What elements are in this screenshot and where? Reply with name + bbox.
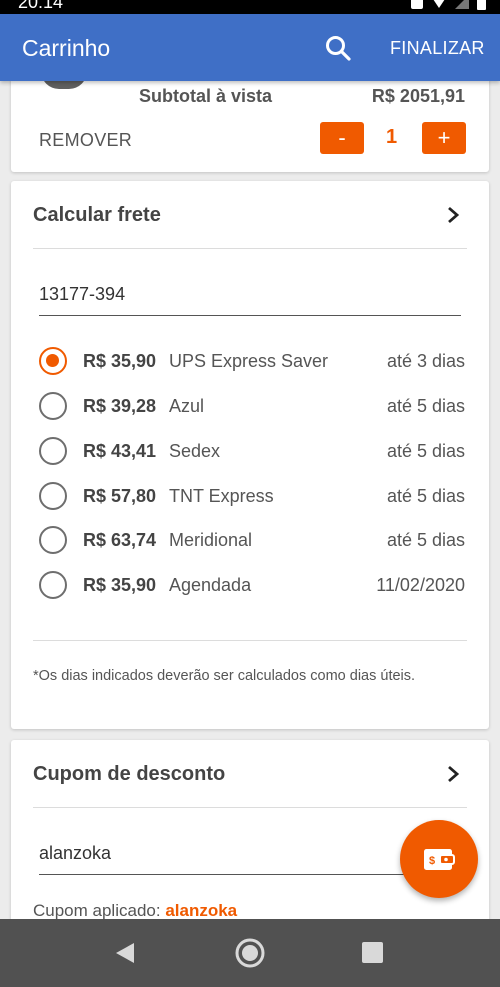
wifi-icon [431,0,447,8]
shipping-card: Calcular frete R$ 35,90 UPS Express Save… [11,181,489,729]
shipping-option[interactable]: R$ 57,80 TNT Express até 5 dias [39,481,465,511]
shipping-option-eta: 11/02/2020 [376,575,465,595]
shipping-option[interactable]: R$ 35,90 Agendada 11/02/2020 [39,570,465,600]
shipping-option-price: R$ 39,28 [83,396,157,416]
home-icon[interactable] [234,937,266,969]
status-bar: 20:14 [0,0,500,14]
quantity-value: 1 [386,126,398,148]
shipping-option-radio[interactable] [39,571,67,599]
shipping-option-carrier: Azul [169,396,205,416]
wallet-fab-button[interactable]: $ [400,820,478,898]
coupon-applied-text: Cupom aplicado: alanzoka [33,901,237,919]
coupon-applied-code: alanzoka [165,901,238,919]
back-icon[interactable] [114,941,136,965]
cep-input[interactable] [39,278,461,316]
shipping-title: Calcular frete [33,204,161,226]
shipping-option-price: R$ 35,90 [83,575,157,595]
shipping-option[interactable]: R$ 39,28 Azul até 5 dias [39,391,465,421]
shipping-option-radio[interactable] [39,437,67,465]
shipping-option-price: R$ 57,80 [83,486,157,506]
chevron-right-icon[interactable] [445,764,461,784]
recents-icon[interactable] [362,942,383,963]
increase-quantity-button[interactable]: + [422,122,466,154]
finalize-button[interactable]: FINALIZAR [390,38,485,59]
shipping-footnote: *Os dias indicados deverão ser calculado… [33,668,416,684]
decrease-quantity-button[interactable]: - [320,122,364,154]
shipping-option-price: R$ 43,41 [83,441,157,461]
shipping-option-radio[interactable] [39,526,67,554]
shipping-option-carrier: UPS Express Saver [169,351,329,371]
divider [33,807,467,808]
divider [33,248,467,249]
shipping-option[interactable]: R$ 35,90 UPS Express Saver até 3 dias [39,346,465,376]
divider [33,640,467,641]
system-navigation-bar [0,919,500,987]
shipping-option[interactable]: R$ 43,41 Sedex até 5 dias [39,436,465,466]
status-icons [411,0,486,10]
shipping-option-eta: até 5 dias [386,396,465,416]
shipping-option-carrier: Sedex [169,441,221,461]
vibrate-icon [411,0,423,9]
coupon-input[interactable] [39,837,461,875]
shipping-option-radio[interactable] [39,392,67,420]
shipping-option-radio[interactable] [39,347,67,375]
svg-text:$: $ [429,855,435,867]
shipping-option-price: R$ 35,90 [83,351,157,371]
cart-content[interactable]: Subtotal à vista R$ 2051,91 REMOVER - 1 … [0,81,500,919]
coupon-applied-label: Cupom aplicado: [33,901,161,919]
shipping-option-eta: até 5 dias [386,441,465,461]
shipping-option-radio[interactable] [39,482,67,510]
shipping-option-carrier: Meridional [169,530,253,550]
shipping-option-eta: até 3 dias [386,351,465,371]
status-time: 20:14 [18,0,64,12]
product-card: Subtotal à vista R$ 2051,91 REMOVER - 1 … [11,81,489,172]
shipping-option-price: R$ 63,74 [83,530,157,550]
shipping-option[interactable]: R$ 63,74 Meridional até 5 dias [39,525,465,555]
subtotal-label: Subtotal à vista [139,86,273,106]
subtotal-value: R$ 2051,91 [371,86,465,106]
chevron-right-icon[interactable] [445,205,461,225]
wallet-money-icon: $ [424,849,455,870]
shipping-option-eta: até 5 dias [386,530,465,550]
shipping-option-eta: até 5 dias [386,486,465,506]
page-title: Carrinho [22,35,111,61]
remove-button[interactable]: REMOVER [39,130,132,151]
search-icon[interactable] [324,34,352,62]
coupon-title: Cupom de desconto [33,763,226,785]
signal-icon [455,0,469,9]
shipping-option-carrier: Agendada [169,575,252,595]
app-bar: Carrinho FINALIZAR [0,14,500,81]
shipping-option-carrier: TNT Express [169,486,274,506]
product-thumbnail [41,81,87,89]
battery-icon [477,0,486,10]
